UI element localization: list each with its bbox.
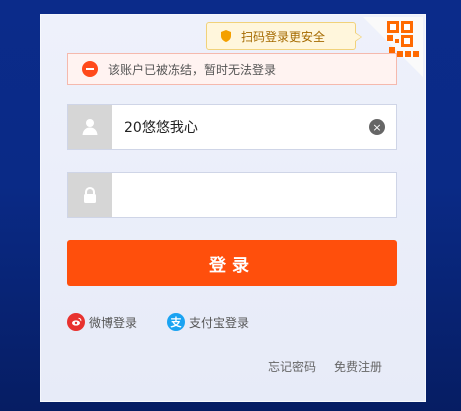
alipay-login-link[interactable]: 支 支付宝登录 <box>167 312 249 332</box>
qr-login-tip: 扫码登录更安全 <box>206 22 362 50</box>
shield-icon <box>221 30 231 42</box>
alipay-icon: 支 <box>167 313 185 331</box>
qr-tip-text: 扫码登录更安全 <box>241 29 326 44</box>
username-input[interactable]: 20悠悠我心 <box>124 105 358 149</box>
footer-links: 忘记密码 免费注册 <box>268 358 382 375</box>
weibo-login-label: 微博登录 <box>89 315 138 330</box>
error-icon <box>82 61 98 77</box>
weibo-icon <box>67 313 85 331</box>
login-button[interactable]: 登录 <box>67 240 397 286</box>
clear-icon[interactable]: × <box>369 119 385 135</box>
user-icon <box>68 105 112 149</box>
username-field[interactable]: 20悠悠我心 × <box>67 104 397 150</box>
error-message: 该账户已被冻结，暂时无法登录 <box>67 53 397 85</box>
alipay-login-label: 支付宝登录 <box>189 315 250 330</box>
lock-icon <box>68 173 112 217</box>
forgot-password-link[interactable]: 忘记密码 <box>268 358 316 375</box>
password-input[interactable] <box>124 173 358 217</box>
register-link[interactable]: 免费注册 <box>334 358 382 375</box>
weibo-login-link[interactable]: 微博登录 <box>67 312 137 332</box>
password-field[interactable] <box>67 172 397 218</box>
error-text: 该账户已被冻结，暂时无法登录 <box>108 62 277 77</box>
